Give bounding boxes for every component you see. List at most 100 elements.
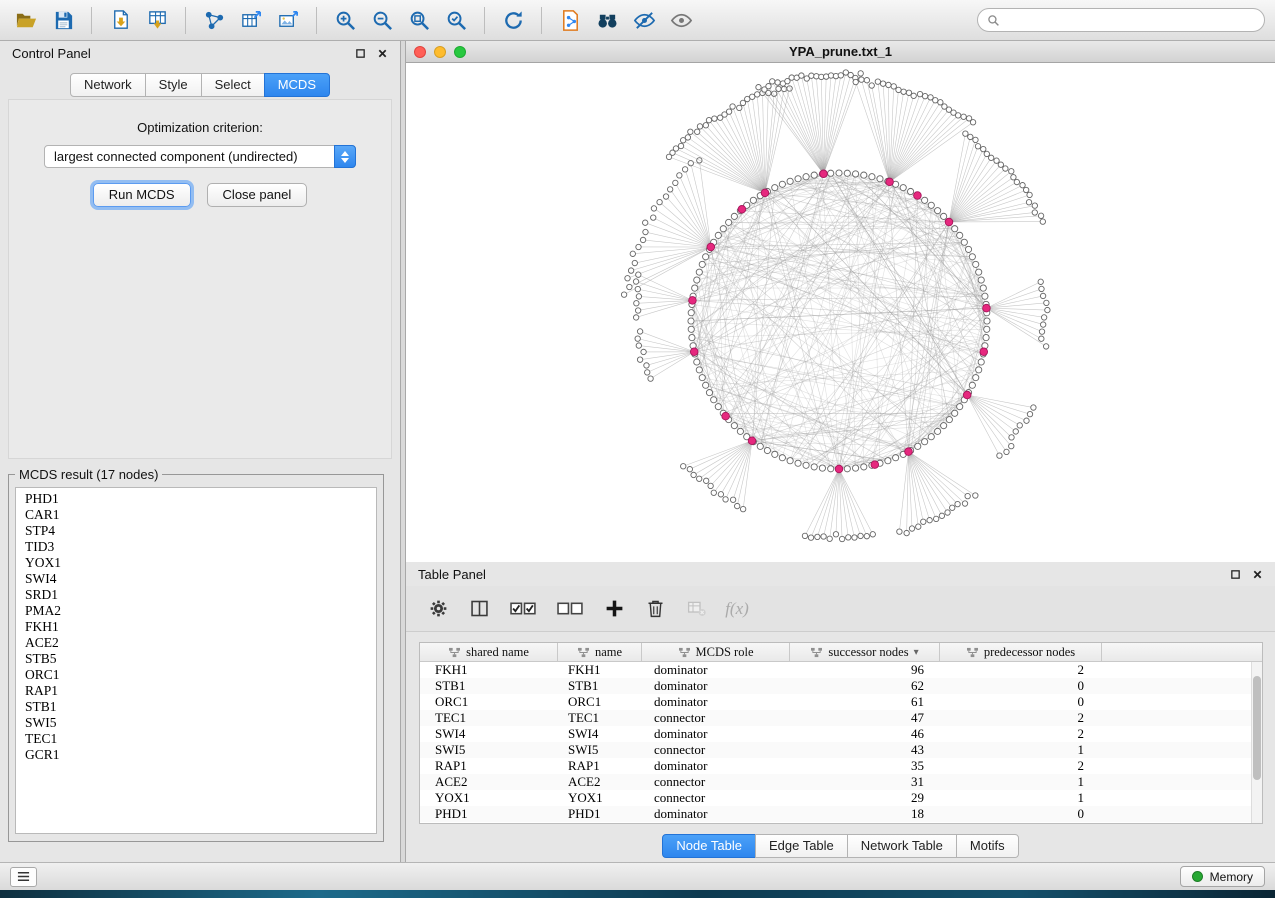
search-box [977, 8, 1265, 32]
add-entry-icon[interactable] [602, 597, 626, 621]
panel-menu-button[interactable] [10, 867, 37, 887]
list-item[interactable]: RAP1 [25, 683, 376, 699]
column-type-icon [678, 647, 691, 658]
list-item[interactable]: YOX1 [25, 555, 376, 571]
tab-network[interactable]: Network [70, 73, 146, 97]
column-header-filler [1102, 643, 1262, 661]
table-row[interactable]: RAP1RAP1dominator352 [420, 758, 1262, 774]
list-item[interactable]: TID3 [25, 539, 376, 555]
list-item[interactable]: ORC1 [25, 667, 376, 683]
list-item[interactable]: STP4 [25, 523, 376, 539]
tab-network-table[interactable]: Network Table [847, 834, 957, 858]
search-binoculars-icon[interactable] [591, 4, 623, 36]
cell-role: connector [642, 774, 790, 790]
run-mcds-button[interactable]: Run MCDS [93, 183, 191, 207]
list-item[interactable]: SWI4 [25, 571, 376, 587]
zoom-fit-icon[interactable] [403, 4, 435, 36]
table-row[interactable]: ACE2ACE2connector311 [420, 774, 1262, 790]
table-row[interactable]: TEC1TEC1connector472 [420, 710, 1262, 726]
list-item[interactable]: TEC1 [25, 731, 376, 747]
cell-shared_name: SWI5 [420, 742, 558, 758]
close-panel-icon[interactable] [1252, 569, 1263, 580]
table-panel-header: Table Panel [406, 562, 1275, 586]
tab-motifs[interactable]: Motifs [956, 834, 1019, 858]
gear-icon[interactable] [426, 597, 450, 621]
control-panel-header: Control Panel [0, 41, 400, 65]
toggle-edges-icon[interactable] [628, 4, 660, 36]
tab-style[interactable]: Style [145, 73, 202, 97]
toggle-columns-icon[interactable] [467, 597, 491, 621]
search-input[interactable] [1005, 13, 1255, 27]
deselect-all-icon[interactable] [555, 597, 585, 621]
close-panel-button[interactable]: Close panel [207, 183, 308, 207]
show-view-icon[interactable] [665, 4, 697, 36]
cell-name: STB1 [558, 678, 642, 694]
tab-mcds[interactable]: MCDS [264, 73, 330, 97]
close-panel-icon[interactable] [377, 48, 388, 59]
import-table-icon[interactable] [141, 4, 173, 36]
list-item[interactable]: GCR1 [25, 747, 376, 763]
search-icon [987, 14, 1000, 27]
delete-entry-icon[interactable] [643, 597, 667, 621]
column-header-successor-nodes[interactable]: successor nodes▾ [790, 643, 940, 661]
table-row[interactable]: YOX1YOX1connector291 [420, 790, 1262, 806]
optimization-select-value: largest connected component (undirected) [54, 149, 298, 164]
list-item[interactable]: ACE2 [25, 635, 376, 651]
list-item[interactable]: PHD1 [25, 491, 376, 507]
float-panel-icon[interactable] [1230, 569, 1241, 580]
cell-succ: 43 [790, 742, 940, 758]
table-row[interactable]: ORC1ORC1dominator610 [420, 694, 1262, 710]
export-network-icon[interactable] [198, 4, 230, 36]
cell-succ: 96 [790, 662, 940, 678]
list-item[interactable]: FKH1 [25, 619, 376, 635]
column-header-mcds-role[interactable]: MCDS role [642, 643, 790, 661]
column-header-shared-name[interactable]: shared name [420, 643, 558, 661]
share-document-icon[interactable] [554, 4, 586, 36]
tab-node-table[interactable]: Node Table [662, 834, 756, 858]
cell-filler [1102, 726, 1262, 742]
table-row[interactable]: FKH1FKH1dominator962 [420, 662, 1262, 678]
cell-filler [1102, 694, 1262, 710]
optimization-select[interactable]: largest connected component (undirected) [44, 145, 356, 168]
export-image-icon[interactable] [272, 4, 304, 36]
list-item[interactable]: PMA2 [25, 603, 376, 619]
save-icon[interactable] [47, 4, 79, 36]
cell-filler [1102, 806, 1262, 822]
open-folder-icon[interactable] [10, 4, 42, 36]
table-row[interactable]: SWI5SWI5connector431 [420, 742, 1262, 758]
column-header-name[interactable]: name [558, 643, 642, 661]
cell-succ: 61 [790, 694, 940, 710]
list-item[interactable]: STB5 [25, 651, 376, 667]
memory-button[interactable]: Memory [1180, 866, 1265, 887]
cell-shared_name: ORC1 [420, 694, 558, 710]
cell-name: SWI4 [558, 726, 642, 742]
zoom-selected-icon[interactable] [440, 4, 472, 36]
network-canvas[interactable] [406, 63, 1275, 562]
scrollbar-thumb[interactable] [1253, 676, 1261, 780]
refresh-icon[interactable] [497, 4, 529, 36]
select-all-icon[interactable] [508, 597, 538, 621]
column-header-predecessor-nodes[interactable]: predecessor nodes [940, 643, 1102, 661]
list-item[interactable]: CAR1 [25, 507, 376, 523]
zoom-in-icon[interactable] [329, 4, 361, 36]
zoom-out-icon[interactable] [366, 4, 398, 36]
toolbar-divider [316, 7, 317, 34]
toolbar-divider [484, 7, 485, 34]
float-panel-icon[interactable] [355, 48, 366, 59]
tab-edge-table[interactable]: Edge Table [755, 834, 848, 858]
list-item[interactable]: STB1 [25, 699, 376, 715]
import-file-icon[interactable] [104, 4, 136, 36]
table-row[interactable]: SWI4SWI4dominator462 [420, 726, 1262, 742]
select-stepper-icon [334, 145, 356, 168]
network-graph[interactable] [406, 63, 1275, 562]
cell-role: dominator [642, 662, 790, 678]
list-item[interactable]: SWI5 [25, 715, 376, 731]
cell-filler [1102, 790, 1262, 806]
tab-select[interactable]: Select [201, 73, 265, 97]
table-row[interactable]: PHD1PHD1dominator180 [420, 806, 1262, 822]
export-table-icon[interactable] [235, 4, 267, 36]
table-scrollbar[interactable] [1251, 662, 1262, 823]
cell-role: dominator [642, 806, 790, 822]
table-row[interactable]: STB1STB1dominator620 [420, 678, 1262, 694]
list-item[interactable]: SRD1 [25, 587, 376, 603]
